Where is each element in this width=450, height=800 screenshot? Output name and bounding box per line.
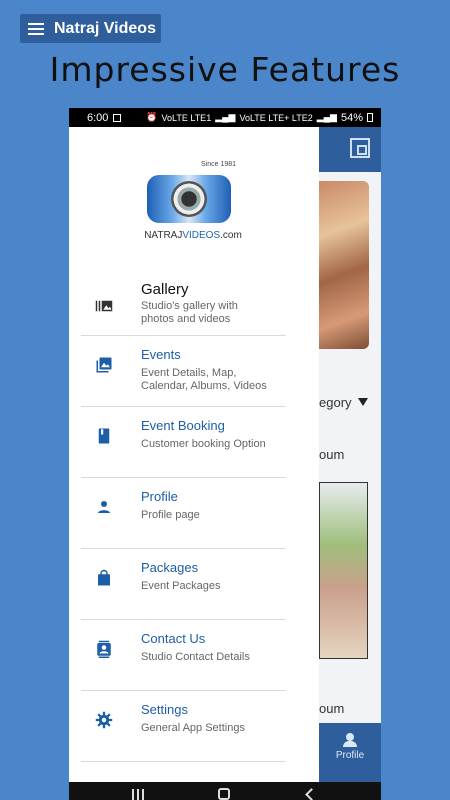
signal-icon: ▂▄▆ [215,112,236,122]
background-top-bar [319,127,381,172]
hamburger-menu-icon[interactable] [28,22,44,35]
menu-label: Events [141,347,181,362]
contact-card-icon [97,640,111,658]
menu-item-event-booking[interactable]: Event Booking Customer booking Option [81,407,286,478]
status-time: 6:00 [87,111,109,124]
menu-item-packages[interactable]: Packages Event Packages [81,549,286,620]
menu-sub: Customer booking Option [141,438,266,450]
home-button[interactable] [218,788,230,800]
qr-scan-icon[interactable] [350,138,370,158]
book-icon [98,428,110,444]
gallery-icon [95,300,113,312]
menu-sub: Studio's gallery with photos and videos [141,300,238,325]
app-title-bar: Natraj Videos [20,14,161,43]
filter-icon [357,398,368,406]
system-nav-bar [69,782,381,800]
album-photo[interactable] [319,482,368,659]
bottom-nav-profile[interactable]: Profile [319,723,381,782]
menu-sub: Event Details, Map, Calendar, Albums, Vi… [141,367,267,392]
menu-sub: Studio Contact Details [141,651,250,663]
network-1-label: VoLTE LTE1 [161,112,212,123]
image-icon [96,357,112,373]
network-2-label: VoLTE LTE+ LTE2 [239,112,313,123]
studio-logo: Since 1981 NATRAJVIDEOS.com [143,161,243,251]
menu-label: Profile [141,489,178,504]
person-icon [343,733,357,747]
camera-lens-icon [171,181,207,217]
menu-item-profile[interactable]: Profile Profile page [81,478,286,549]
drawer-menu: Gallery Studio's gallery with photos and… [81,277,286,762]
signal-2-icon: ▂▄▆ [316,112,337,122]
recent-apps-button[interactable] [132,789,144,800]
promo-headline: Impressive Features [49,50,401,89]
menu-label: Event Booking [141,418,225,433]
logo-since-text: Since 1981 [201,161,237,168]
battery-level: 54% [340,111,363,124]
status-bar: 6:00 ⏰ VoLTE LTE1 ▂▄▆ VoLTE LTE+ LTE2 ▂▄… [69,108,381,127]
menu-item-gallery[interactable]: Gallery Studio's gallery with photos and… [81,277,286,336]
menu-sub: Profile page [141,509,200,521]
menu-label: Contact Us [141,631,206,646]
category-filter[interactable]: egory [319,387,381,417]
album-label: oum [319,447,345,462]
app-title: Natraj Videos [54,19,156,37]
album-label: oum [319,701,345,716]
menu-sub: Event Packages [141,580,221,592]
shopping-bag-icon [98,569,110,586]
battery-icon [367,113,373,122]
alarm-icon: ⏰ [146,112,158,122]
featured-photo[interactable] [319,181,369,349]
background-app: egory oum oum Profile [319,127,381,782]
menu-item-settings[interactable]: Settings General App Settings [81,691,286,762]
gear-icon [95,711,113,729]
image-notification-icon [113,113,122,122]
menu-label: Settings [141,702,188,717]
bottom-nav-label: Profile [335,750,365,761]
person-icon [98,501,110,513]
back-button[interactable] [305,788,318,800]
menu-item-events[interactable]: Events Event Details, Map, Calendar, Alb… [81,336,286,407]
menu-item-contact-us[interactable]: Contact Us Studio Contact Details [81,620,286,691]
phone-screen: 6:00 ⏰ VoLTE LTE1 ▂▄▆ VoLTE LTE+ LTE2 ▂▄… [69,108,381,800]
navigation-drawer: Since 1981 NATRAJVIDEOS.com Gallery Stud… [69,127,319,782]
menu-label: Gallery [141,281,189,298]
logo-brand-text: NATRAJVIDEOS.com [144,230,242,241]
menu-label: Packages [141,560,199,575]
category-label: egory [319,394,352,410]
menu-sub: General App Settings [141,722,245,734]
